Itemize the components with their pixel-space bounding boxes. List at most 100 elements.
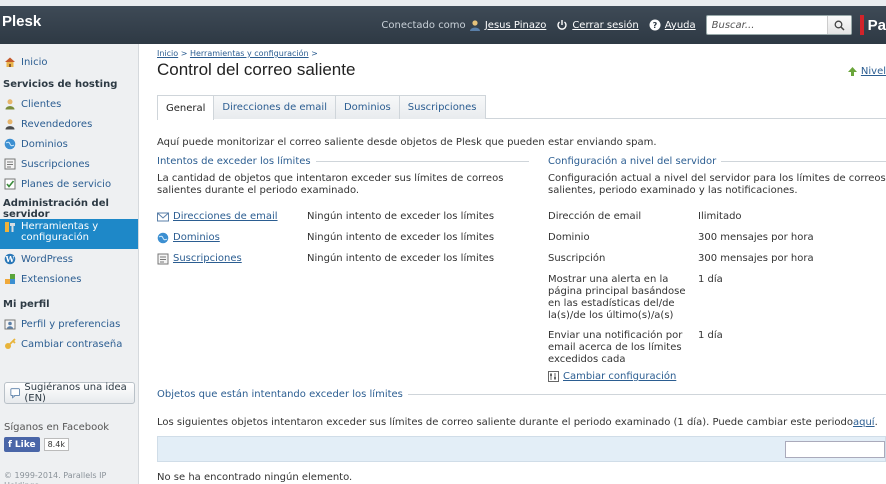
tools-icon [5, 222, 15, 232]
sidebar-item-label: Dominios [21, 138, 68, 150]
sidebar-item-subscriptions[interactable]: Suscripciones [0, 154, 138, 174]
main-content: Inicio > Herramientas y configuración > … [157, 44, 886, 484]
attempt-row-subscriptions: Suscripciones Ningún intento de exceder … [157, 253, 494, 265]
objects-heading-text: Objetos que están intentando exceder los… [157, 389, 403, 400]
service-plan-icon [4, 178, 16, 190]
user-link[interactable]: Jesus Pinazo [485, 20, 546, 31]
key-icon [5, 338, 16, 349]
facebook-like-button[interactable]: f Like [4, 437, 40, 452]
svg-text:?: ? [652, 21, 657, 30]
config-value: 300 mensajes por hora [698, 232, 814, 243]
breadcrumb-separator: > [180, 49, 188, 58]
domains-link[interactable]: Dominios [173, 232, 307, 243]
config-value: 1 día [698, 274, 723, 285]
change-period-link[interactable]: aquí [853, 417, 875, 428]
tab-subscriptions[interactable]: Suscripciones [398, 95, 486, 119]
sidebar-item-label: Perfil y preferencias [21, 318, 121, 330]
config-value: Ilimitado [698, 211, 742, 222]
header-right: Conectado como Jesus Pinazo Cerrar sesió… [381, 12, 886, 38]
breadcrumb-tools[interactable]: Herramientas y configuración [190, 49, 309, 58]
search-button[interactable] [826, 16, 851, 34]
tab-domains[interactable]: Dominios [334, 95, 400, 119]
server-config-description: Configuración actual a nivel del servido… [548, 173, 886, 196]
attempts-heading: Intentos de exceder los límites [157, 156, 529, 167]
sidebar-item-label: Revendedores [21, 118, 93, 130]
breadcrumb-home[interactable]: Inicio [157, 49, 178, 58]
logout-link[interactable]: Cerrar sesión [556, 19, 639, 31]
sidebar-item-label: Clientes [21, 98, 62, 110]
globe-icon [157, 232, 169, 244]
connected-as-label: Conectado como [381, 19, 466, 31]
search-input[interactable]: Buscar... [705, 15, 852, 35]
sidebar-item-domains[interactable]: Dominios [0, 134, 138, 154]
sidebar-item-clients[interactable]: Clientes [0, 94, 138, 114]
sidebar-item-extensions[interactable]: Extensiones [0, 269, 138, 289]
settings-icon [548, 371, 559, 382]
sidebar-item-profile[interactable]: Perfil y preferencias [0, 314, 138, 334]
sidebar-item-wordpress[interactable]: W WordPress [0, 249, 138, 269]
list-search-input[interactable] [785, 441, 885, 458]
reseller-icon [5, 119, 15, 130]
attempts-heading-text: Intentos de exceder los límites [157, 156, 311, 167]
sidebar-item-label: Extensiones [21, 273, 82, 285]
sidebar-item-home[interactable]: Inicio [0, 52, 138, 72]
sidebar-item-service-plans[interactable]: Planes de servicio [0, 174, 138, 194]
list-toolbar [157, 436, 886, 462]
heading-rule [315, 161, 529, 162]
intro-text: Aquí puede monitorizar el correo salient… [157, 137, 657, 148]
heading-rule [407, 394, 886, 395]
admin-section-title: Administración del servidor [3, 198, 109, 220]
heading-rule [721, 161, 886, 162]
attempt-status: Ningún intento de exceder los límites [307, 232, 495, 243]
change-config-link[interactable]: Cambiar configuración [548, 371, 676, 382]
subscription-icon [157, 253, 169, 265]
brand-bar [859, 15, 864, 35]
config-label: Dirección de email [548, 211, 642, 222]
hosting-section-title: Servicios de hosting [3, 78, 118, 90]
suggest-idea-label: Sugiéranos una idea (EN) [24, 382, 127, 404]
breadcrumb-separator: > [311, 49, 318, 58]
email-addresses-link[interactable]: Direcciones de email [173, 211, 307, 222]
tab-email-addresses[interactable]: Direcciones de email [213, 95, 336, 119]
sidebar-item-label: WordPress [21, 253, 74, 265]
config-label: Enviar una notificación por email acerca… [548, 330, 683, 365]
globe-icon [4, 138, 16, 150]
config-value: 1 día [698, 330, 723, 341]
sidebar: Inicio Servicios de hosting Clientes Rev… [0, 44, 139, 484]
server-config-heading: Configuración a nivel del servidor [548, 156, 886, 167]
attempt-status: Ningún intento de exceder los límites [307, 253, 495, 264]
plesk-logo[interactable]: Plesk [2, 13, 41, 30]
profile-icon [4, 319, 16, 330]
help-link[interactable]: ? Ayuda [649, 19, 696, 31]
attempts-description: La cantidad de objetos que intentaron ex… [157, 173, 504, 196]
copyright: © 1999-2014. Parallels IP Holdings [4, 471, 107, 484]
sidebar-item-change-password[interactable]: Cambiar contraseña [0, 334, 138, 354]
objects-heading: Objetos que están intentando exceder los… [157, 389, 886, 400]
user-icon [469, 20, 480, 31]
config-label: Suscripción [548, 253, 606, 264]
connected-as: Conectado como Jesus Pinazo [381, 19, 546, 31]
level-link[interactable]: Nivel [847, 66, 886, 77]
email-icon [157, 212, 169, 222]
tab-general[interactable]: General [157, 95, 215, 120]
facebook-label: Síganos en Facebook [4, 422, 110, 433]
up-arrow-icon [847, 67, 857, 76]
sidebar-item-label: Inicio [21, 56, 48, 68]
empty-list-message: No se ha encontrado ningún elemento. [157, 472, 353, 483]
power-icon [557, 20, 568, 30]
client-icon [5, 99, 15, 110]
parallels-brand: Pa [859, 15, 886, 35]
sidebar-item-tools-settings[interactable]: Herramientas y configuración [0, 219, 138, 249]
extensions-icon [5, 274, 15, 284]
subscriptions-link[interactable]: Suscripciones [173, 253, 307, 264]
top-header: Plesk Conectado como Jesus Pinazo Cerrar… [0, 0, 886, 44]
brand-text: Pa [867, 16, 886, 34]
wordpress-icon: W [5, 253, 16, 265]
tab-bar: General Direcciones de email Dominios Su… [157, 95, 886, 120]
change-config-label: Cambiar configuración [563, 371, 677, 382]
sidebar-item-resellers[interactable]: Revendedores [0, 114, 138, 134]
sidebar-item-label: Planes de servicio [21, 178, 112, 190]
suggest-idea-button[interactable]: Sugiéranos una idea (EN) [4, 382, 135, 404]
facebook-like-label: Like [14, 439, 36, 450]
objects-description-text: Los siguientes objetos intentaron excede… [157, 417, 853, 428]
